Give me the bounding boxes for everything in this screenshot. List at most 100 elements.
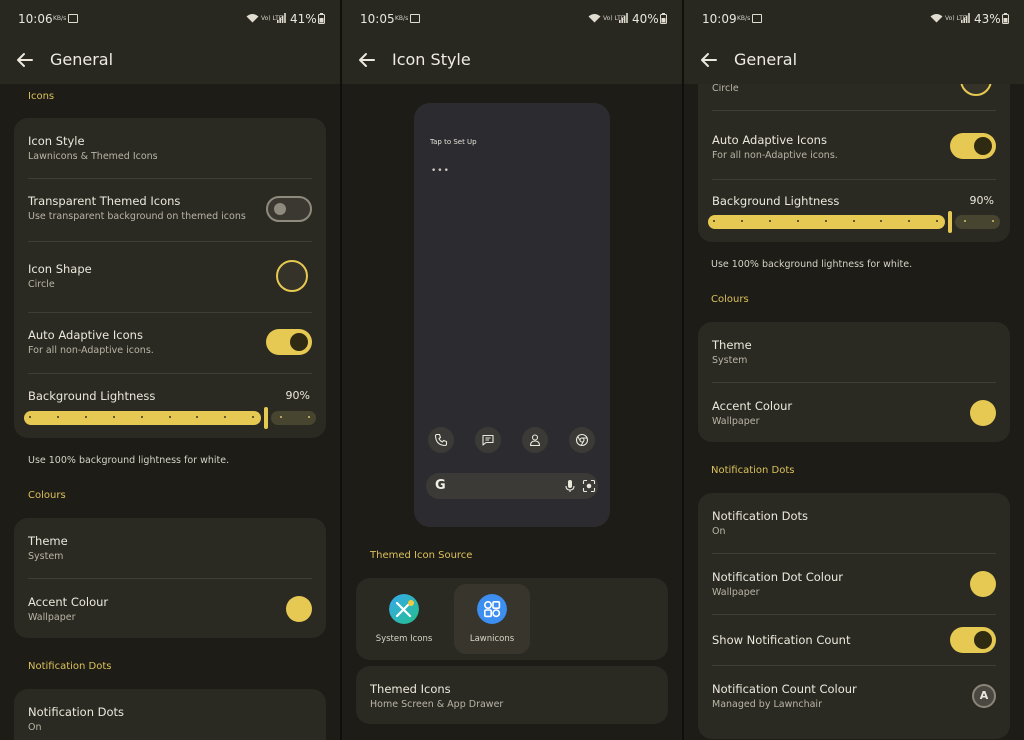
contacts-icon	[522, 427, 548, 453]
slider-tick	[57, 416, 59, 418]
transparent-themed-icons-row[interactable]: Transparent Themed Icons Use transparent…	[14, 179, 326, 241]
icon-shape-row[interactable]: Icon Shape Circle	[14, 242, 326, 312]
notification-count-colour-row[interactable]: Notification Count Colour Managed by Law…	[698, 666, 1010, 726]
page-title: Icon Style	[392, 50, 471, 69]
theme-row[interactable]: Theme System	[698, 322, 1010, 382]
slider-thumb[interactable]	[264, 407, 268, 429]
section-colours: Colours	[711, 294, 749, 305]
notification-dot-colour-swatch	[970, 571, 996, 597]
battery-percent: 43%	[974, 12, 1001, 26]
slider-value: 90%	[285, 389, 310, 402]
icons-settings-card: Icon Style Lawnicons & Themed Icons Tran…	[14, 118, 326, 438]
mic-icon	[565, 480, 575, 492]
row-title: Background Lightness	[712, 194, 840, 208]
gallery-notification-icon	[752, 14, 762, 23]
slider-tick	[797, 220, 799, 222]
home-screen-preview: Tap to Set Up ••• G	[414, 103, 610, 527]
slider-tick	[29, 416, 31, 418]
row-subtitle: Managed by Lawnchair	[712, 699, 822, 710]
slider-inactive-track	[271, 411, 316, 425]
section-themed-icon-source: Themed Icon Source	[370, 550, 473, 561]
slider-tick	[964, 220, 966, 222]
status-time: 10:05	[360, 12, 395, 26]
notification-dots-row[interactable]: Notification Dots On	[698, 493, 1010, 553]
slider-tick	[908, 220, 910, 222]
signal-icon	[277, 13, 286, 23]
show-notification-count-toggle[interactable]	[950, 627, 996, 653]
icon-style-row[interactable]: Icon Style Lawnicons & Themed Icons	[14, 118, 326, 178]
search-bar-preview: G	[426, 473, 598, 499]
back-arrow-icon[interactable]	[700, 51, 718, 69]
status-bar: 10:06 KB/s Vo) LTE 41%	[0, 0, 340, 38]
messages-icon	[475, 427, 501, 453]
status-bar: 10:05 KB/s Vo) LTE 40%	[342, 0, 682, 38]
notification-dot-colour-row[interactable]: Notification Dot Colour Wallpaper	[698, 554, 1010, 614]
accent-colour-row[interactable]: Accent Colour Wallpaper	[698, 383, 1010, 442]
row-subtitle: Circle	[712, 83, 739, 94]
preview-dots: •••	[431, 166, 450, 176]
row-subtitle: For all non-Adaptive icons.	[712, 150, 838, 161]
slider-tick	[992, 220, 994, 222]
auto-adaptive-icons-toggle[interactable]	[950, 133, 996, 159]
battery-icon	[318, 13, 325, 24]
row-title: Themed Icons	[370, 682, 451, 696]
row-title: Background Lightness	[28, 389, 156, 403]
slider-tick	[769, 220, 771, 222]
wifi-icon	[246, 14, 259, 23]
page-title: General	[50, 50, 114, 69]
show-notification-count-row[interactable]: Show Notification Count	[698, 615, 1010, 665]
row-subtitle: System	[712, 355, 748, 366]
background-lightness-slider[interactable]	[24, 407, 316, 429]
status-bar: 10:09 KB/s Vo) LTE 43%	[684, 0, 1024, 38]
row-title: Notification Dots	[712, 509, 809, 523]
auto-adaptive-icons-row[interactable]: Auto Adaptive Icons For all non-Adaptive…	[14, 313, 326, 373]
system-icons-icon	[389, 594, 419, 624]
back-arrow-icon[interactable]	[358, 51, 376, 69]
helper-text: Use 100% background lightness for white.	[28, 455, 230, 466]
row-title: Auto Adaptive Icons	[28, 328, 143, 342]
phone-screen-icon-style: 10:05 KB/s Vo) LTE 40% Icon Style Tap to…	[342, 0, 682, 740]
status-speed: KB/s	[53, 15, 67, 22]
slider-tick	[196, 416, 198, 418]
slider-tick	[741, 220, 743, 222]
row-subtitle: Circle	[28, 279, 55, 290]
app-bar: General	[0, 38, 340, 84]
slider-tick	[936, 220, 938, 222]
slider-tick	[224, 416, 226, 418]
slider-tick	[141, 416, 143, 418]
app-bar: General	[684, 38, 1024, 84]
source-option-lawnicons[interactable]: Lawnicons	[454, 584, 530, 654]
slider-thumb[interactable]	[948, 211, 952, 233]
battery-percent: 41%	[290, 12, 317, 26]
source-label: Lawnicons	[469, 634, 515, 644]
slider-value: 90%	[969, 194, 994, 207]
notification-dots-row[interactable]: Notification Dots On	[14, 689, 326, 740]
background-lightness-row: Background Lightness 90%	[14, 374, 326, 438]
browser-icon	[569, 427, 595, 453]
auto-adaptive-icons-toggle[interactable]	[266, 329, 312, 355]
slider-active-track	[708, 215, 945, 229]
status-speed: KB/s	[395, 15, 409, 22]
slider-tick	[713, 220, 715, 222]
lens-icon	[582, 479, 596, 493]
row-title: Theme	[712, 338, 752, 352]
row-title: Icon Shape	[28, 262, 92, 276]
lawnicons-icon	[477, 594, 507, 624]
themed-icons-row[interactable]: Themed Icons Home Screen & App Drawer	[356, 666, 668, 724]
theme-row[interactable]: Theme System	[14, 518, 326, 578]
row-title: Notification Count Colour	[712, 682, 857, 696]
notification-dots-card: Notification Dots On Notification Dot Co…	[698, 493, 1010, 739]
accent-colour-row[interactable]: Accent Colour Wallpaper	[14, 579, 326, 638]
transparent-themed-icons-toggle[interactable]	[266, 196, 312, 222]
row-title: Icon Style	[28, 134, 85, 148]
accent-colour-swatch	[286, 596, 312, 622]
background-lightness-slider[interactable]	[708, 211, 1000, 233]
row-subtitle: Wallpaper	[712, 416, 760, 427]
back-arrow-icon[interactable]	[16, 51, 34, 69]
notification-dots-card: Notification Dots On	[14, 689, 326, 740]
source-label: System Icons	[375, 634, 433, 644]
helper-text: Use 100% background lightness for white.	[711, 259, 913, 270]
row-subtitle: For all non-Adaptive icons.	[28, 345, 154, 356]
source-option-system-icons[interactable]: System Icons	[366, 584, 442, 654]
auto-adaptive-icons-row[interactable]: Auto Adaptive Icons For all non-Adaptive…	[698, 111, 1010, 171]
